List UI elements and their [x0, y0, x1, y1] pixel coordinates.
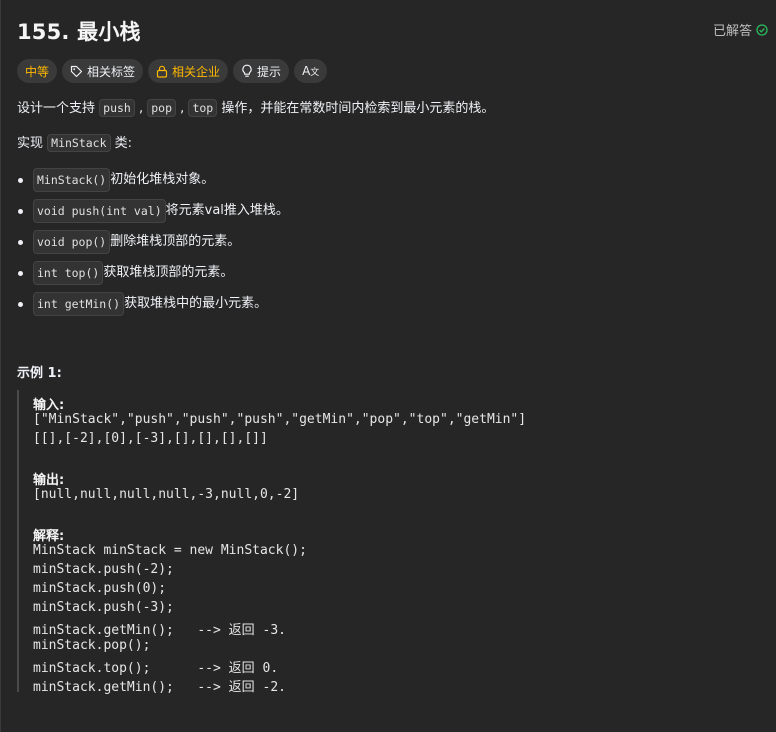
input-line: ["MinStack","push","push","push","getMin… — [33, 412, 527, 427]
method-code: void pop() — [33, 230, 111, 254]
explain-line: minStack.pop(); — [33, 638, 151, 653]
check-circle-icon — [756, 23, 768, 36]
problem-title: 155. 最小栈 — [17, 20, 141, 44]
hint-label: 提示 — [257, 64, 282, 79]
intro-separator: , — [176, 101, 189, 116]
list-item: MinStack() 初始化堆栈对象。 — [17, 168, 214, 192]
inline-code-push: push — [99, 99, 135, 117]
bullet-icon — [18, 208, 23, 214]
solved-label: 已解答 — [712, 24, 752, 39]
output-line: [null,null,null,null,-3,null,0,-2] — [33, 487, 300, 502]
difficulty-badge: 中等 — [17, 59, 58, 83]
implement-text: 实现 — [17, 136, 48, 151]
intro-separator: , — [134, 101, 148, 116]
bullet-icon — [18, 301, 23, 307]
method-code: void push(int val) — [33, 199, 166, 223]
translate-button[interactable]: A 文 — [294, 59, 328, 83]
method-text: 获取堆栈顶部的元素。 — [103, 265, 234, 280]
input-label: 输入: — [33, 398, 65, 413]
inline-code-top: top — [188, 99, 218, 117]
related-tags-button[interactable]: 相关标签 — [62, 59, 144, 83]
method-code: int getMin() — [33, 292, 125, 316]
intro-paragraph: 设计一个支持 push , pop , top 操作，并能在常数时间内检索到最小… — [17, 98, 494, 119]
solved-status: 已解答 — [713, 20, 768, 39]
list-item: int top() 获取堆栈顶部的元素。 — [17, 261, 233, 285]
explain-line: minStack.top(); --> 返回 0. — [33, 661, 279, 676]
tag-icon — [70, 65, 83, 78]
example-block: 输入: ["MinStack","push","push","push","ge… — [17, 390, 739, 695]
explain-line: minStack.push(-2); — [33, 562, 174, 577]
example-title: 示例 1: — [17, 366, 62, 381]
intro-text: 操作，并能在常数时间内检索到最小元素的栈。 — [217, 101, 495, 116]
list-item: void push(int val) 将元素val推入堆栈。 — [17, 199, 289, 223]
method-text: 初始化堆栈对象。 — [110, 172, 215, 187]
translate-glyph: A — [302, 64, 311, 78]
inline-code-minstack: MinStack — [47, 134, 111, 152]
problem-panel: 155. 最小栈 已解答 中等 相关标签 相关企业 提示 A 文 设计一个支持 … — [0, 0, 776, 732]
method-text: 将元素val推入堆栈。 — [165, 203, 289, 218]
tag-row: 中等 相关标签 相关企业 提示 A 文 — [17, 59, 328, 83]
related-companies-label: 相关企业 — [172, 64, 221, 79]
explain-line: minStack.push(0); — [33, 581, 167, 596]
bullet-icon — [18, 270, 23, 276]
method-code: int top() — [33, 261, 104, 285]
output-label: 输出: — [33, 473, 65, 488]
hint-button[interactable]: 提示 — [233, 59, 290, 83]
translate-icon: A 文 — [302, 64, 319, 78]
bullet-icon — [18, 177, 23, 183]
explain-line: minStack.push(-3); — [33, 600, 174, 615]
translate-subglyph-icon: 文 — [310, 68, 320, 78]
list-item: int getMin() 获取堆栈中的最小元素。 — [17, 292, 267, 316]
list-item: void pop() 删除堆栈顶部的元素。 — [17, 230, 240, 254]
related-companies-button[interactable]: 相关企业 — [148, 59, 229, 83]
related-tags-label: 相关标签 — [87, 64, 136, 79]
explain-line: minStack.getMin(); --> 返回 -3. — [33, 623, 286, 638]
lightbulb-icon — [241, 64, 253, 78]
method-code: MinStack() — [33, 168, 111, 192]
lock-icon — [156, 65, 168, 78]
input-line: [[],[-2],[0],[-3],[],[],[],[]] — [33, 431, 268, 446]
method-text: 获取堆栈中的最小元素。 — [124, 296, 268, 311]
explain-label: 解释: — [33, 529, 65, 544]
implement-text: 类: — [110, 136, 133, 151]
bullet-icon — [18, 239, 23, 245]
intro-text: 设计一个支持 — [17, 101, 100, 116]
inline-code-pop: pop — [147, 99, 177, 117]
implement-paragraph: 实现 MinStack 类: — [17, 133, 132, 154]
explain-line: MinStack minStack = new MinStack(); — [33, 543, 307, 558]
explain-line: minStack.getMin(); --> 返回 -2. — [33, 680, 286, 695]
difficulty-label: 中等 — [25, 64, 50, 79]
method-text: 删除堆栈顶部的元素。 — [110, 234, 241, 249]
